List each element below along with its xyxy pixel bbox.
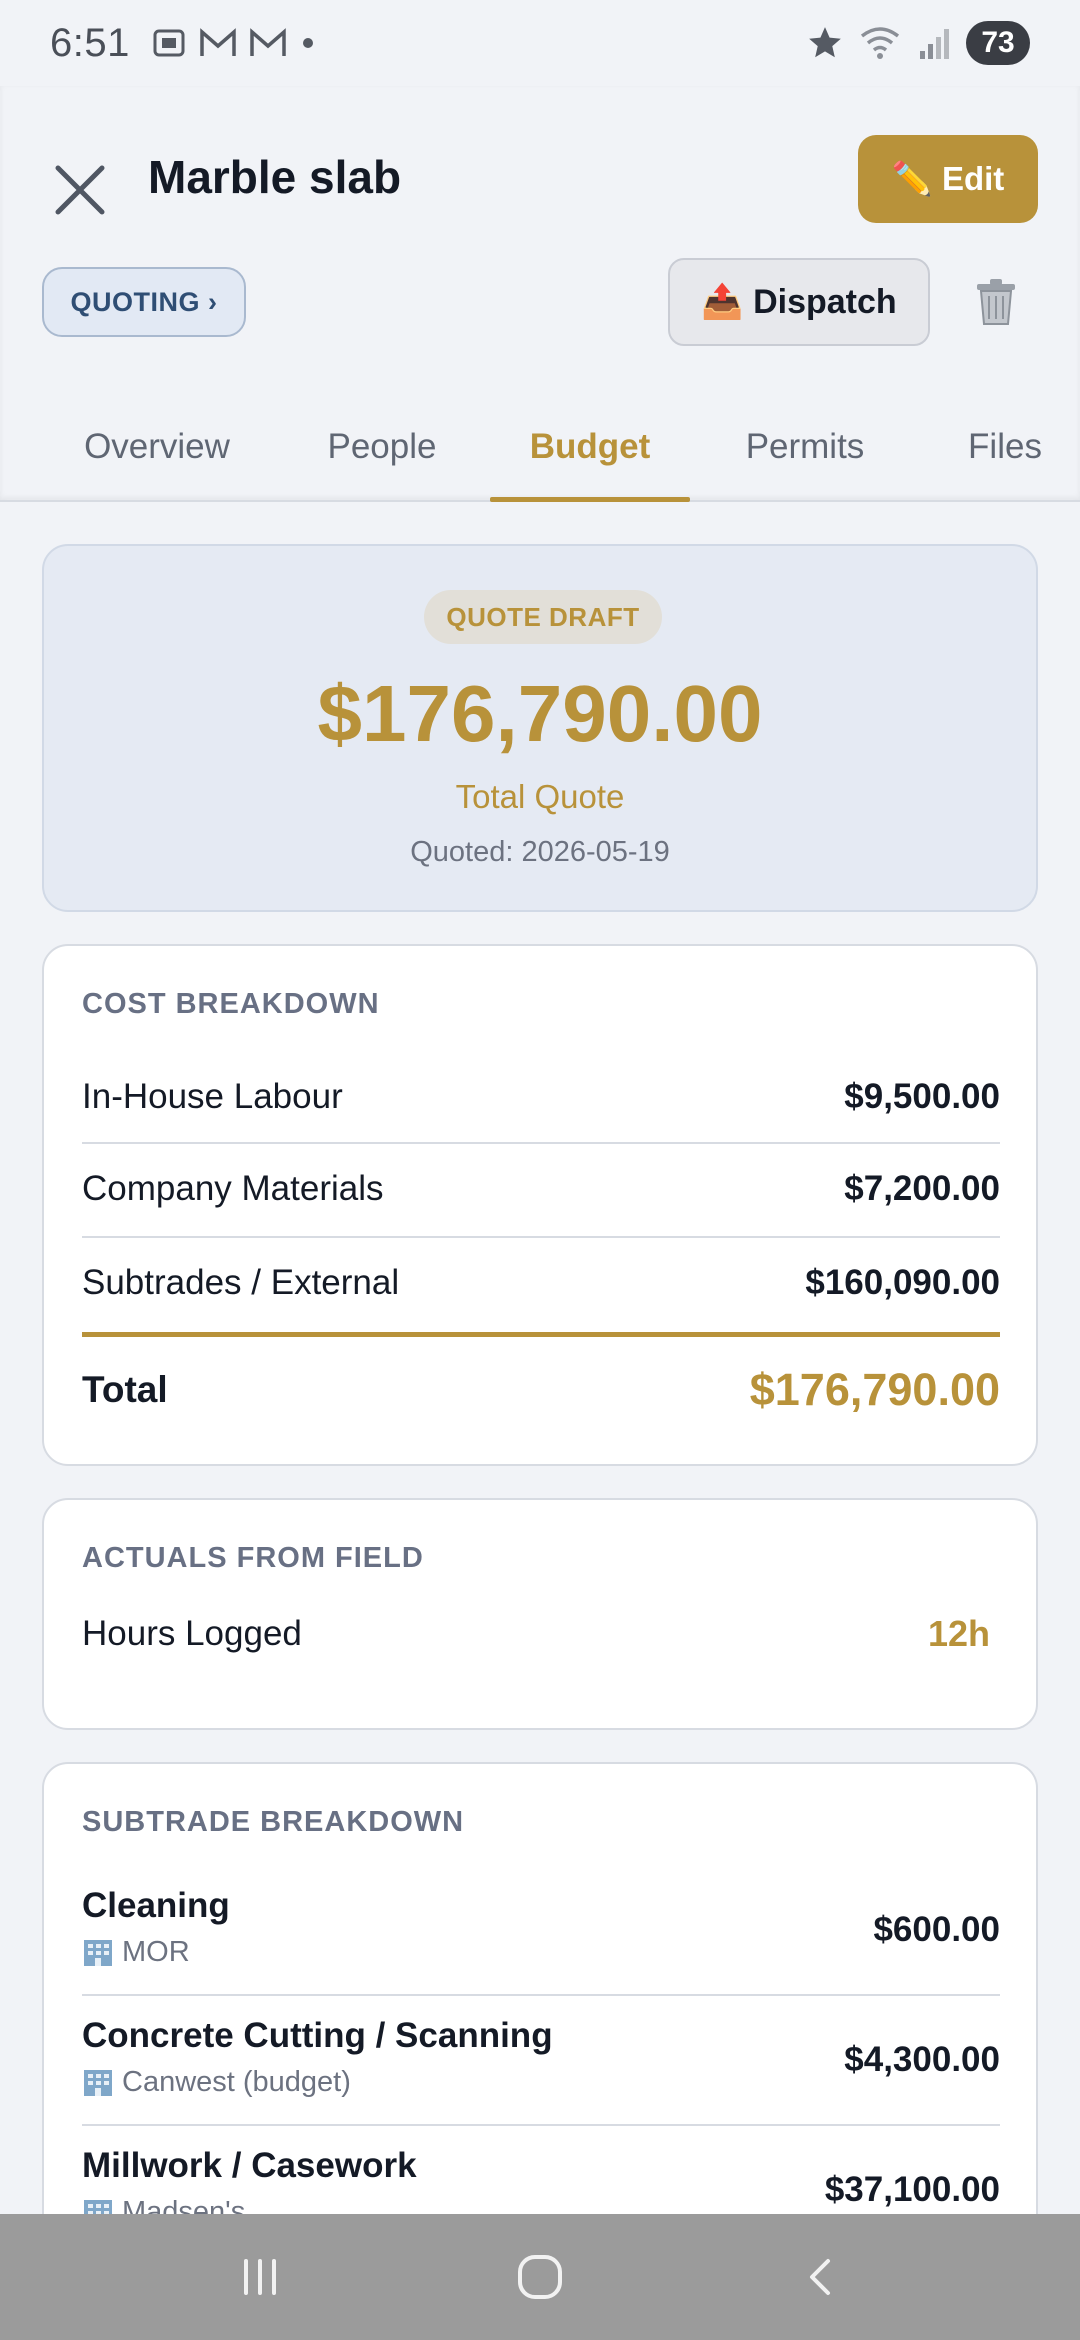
hours-value: 12h	[927, 1613, 990, 1654]
budget-content[interactable]: QUOTE DRAFT $176,790.00 Total Quote Quot…	[0, 502, 1080, 2214]
cost-value: $160,090.00	[805, 1263, 1000, 1302]
cost-label: Subtrades / External	[82, 1263, 400, 1302]
tab-overview[interactable]: Overview	[72, 392, 242, 502]
cost-breakdown-title: COST BREAKDOWN	[82, 988, 380, 1020]
screenshot-icon	[153, 29, 185, 57]
cost-breakdown-card: COST BREAKDOWN In-House Labour $9,500.00…	[42, 944, 1038, 1466]
quote-date: Quoted: 2026-05-19	[410, 836, 670, 868]
subtrade-title: SUBTRADE BREAKDOWN	[82, 1806, 465, 1838]
quote-status-badge: QUOTE DRAFT	[424, 590, 662, 644]
total-value: $176,790.00	[749, 1364, 1000, 1415]
list-item[interactable]: Cleaning MOR $600.00	[82, 1864, 1000, 1994]
subtrade-vendor-name: MOR	[122, 1936, 190, 1968]
delete-button[interactable]	[966, 272, 1026, 332]
signal-icon	[920, 29, 949, 59]
close-icon	[55, 165, 105, 215]
cost-value: $7,200.00	[844, 1169, 1000, 1208]
back-button[interactable]	[775, 2232, 865, 2322]
quote-summary-card: QUOTE DRAFT $176,790.00 Total Quote Quot…	[42, 544, 1038, 912]
subtrade-vendor-name: Madsen's	[122, 2196, 246, 2214]
subtrade-name: Cleaning	[82, 1886, 230, 1925]
quote-total-label: Total Quote	[455, 778, 625, 815]
tab-bar: Overview People Budget Permits Files	[0, 392, 1080, 502]
cost-row: Company Materials $7,200.00	[82, 1146, 1000, 1232]
page-title: Marble slab	[148, 151, 402, 203]
building-icon	[84, 1939, 112, 1966]
wifi-icon	[860, 27, 900, 59]
status-chip[interactable]: QUOTING ›	[42, 267, 246, 337]
subtrade-amount: $4,300.00	[844, 2040, 1000, 2079]
cost-row: In-House Labour $9,500.00	[82, 1054, 1000, 1140]
subtrade-vendor: Madsen's	[82, 2196, 245, 2214]
actuals-title: ACTUALS FROM FIELD	[82, 1542, 424, 1574]
tab-permits[interactable]: Permits	[730, 392, 880, 502]
hours-label: Hours Logged	[82, 1614, 302, 1653]
screen: 6:51 73 Marble slab ✏️ Edit QUOTING › 📤 …	[0, 0, 1080, 2340]
status-time: 6:51	[50, 20, 130, 65]
notification-icons	[150, 24, 318, 62]
edit-button[interactable]: ✏️ Edit	[858, 135, 1038, 223]
close-button[interactable]	[46, 156, 114, 224]
status-bar: 6:51 73	[0, 0, 1080, 86]
hours-row: Hours Logged 12h	[82, 1594, 1000, 1674]
cost-label: In-House Labour	[82, 1077, 343, 1116]
recents-icon	[244, 2259, 276, 2295]
total-divider	[82, 1332, 1000, 1337]
row-divider	[82, 1236, 1000, 1238]
recents-button[interactable]	[215, 2232, 305, 2322]
cost-row: Subtrades / External $160,090.00	[82, 1240, 1000, 1326]
subtrade-name: Concrete Cutting / Scanning	[82, 2016, 553, 2055]
tab-files[interactable]: Files	[950, 392, 1060, 502]
building-icon	[84, 2199, 112, 2214]
list-item[interactable]: Millwork / Casework Madsen's $37,100.00	[82, 2124, 1000, 2214]
cost-total-row: Total $176,790.00	[82, 1340, 1000, 1440]
home-button[interactable]	[495, 2232, 585, 2322]
building-icon	[84, 2069, 112, 2096]
subtrade-vendor: MOR	[82, 1936, 190, 1969]
subtrade-amount: $600.00	[873, 1910, 1000, 1949]
total-label: Total	[82, 1369, 168, 1410]
dot-icon	[302, 38, 313, 48]
gmail-icon	[250, 28, 286, 56]
home-icon	[518, 2255, 562, 2299]
subtrade-vendor-name: Canwest (budget)	[122, 2066, 351, 2098]
cost-label: Company Materials	[82, 1169, 384, 1208]
tab-people[interactable]: People	[312, 392, 452, 502]
battery-indicator: 73	[966, 21, 1030, 65]
subtrade-vendor: Canwest (budget)	[82, 2066, 351, 2099]
gmail-icon	[200, 28, 236, 56]
system-nav-bar	[0, 2214, 1080, 2340]
cost-value: $9,500.00	[844, 1077, 1000, 1116]
list-item[interactable]: Concrete Cutting / Scanning Canwest (bud…	[82, 1994, 1000, 2124]
header: Marble slab ✏️ Edit QUOTING › 📤 Dispatch…	[0, 86, 1080, 502]
row-divider	[82, 1142, 1000, 1144]
actuals-card: ACTUALS FROM FIELD Hours Logged 12h	[42, 1498, 1038, 1730]
back-icon	[810, 2259, 830, 2295]
system-icons: 73	[806, 21, 1030, 65]
dispatch-button[interactable]: 📤 Dispatch	[668, 258, 930, 346]
subtrade-breakdown-card: SUBTRADE BREAKDOWN Cleaning MOR $600.00 …	[42, 1762, 1038, 2214]
star-icon	[809, 27, 841, 58]
quote-total-amount: $176,790.00	[317, 669, 763, 758]
subtrade-name: Millwork / Casework	[82, 2146, 417, 2185]
tab-budget[interactable]: Budget	[490, 392, 690, 502]
subtrade-amount: $37,100.00	[824, 2170, 1000, 2209]
trash-icon	[977, 279, 1015, 325]
